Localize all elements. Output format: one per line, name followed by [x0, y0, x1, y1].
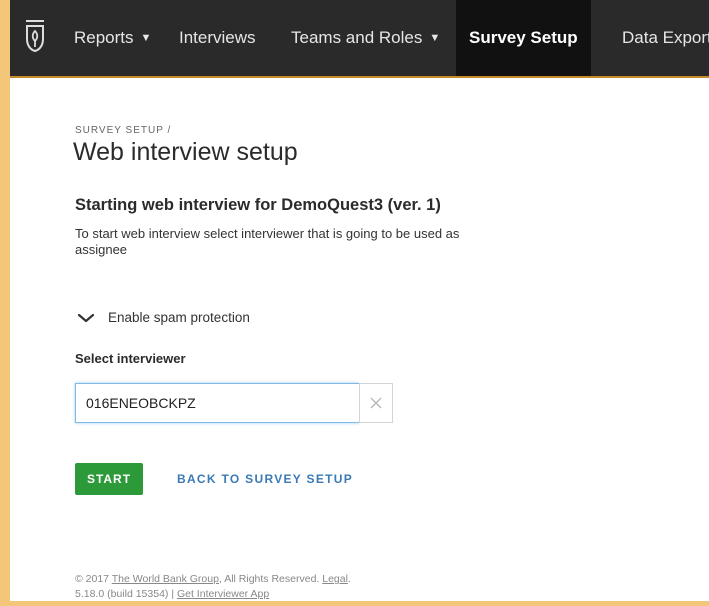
start-button[interactable]: START [75, 463, 143, 495]
window-frame-left [0, 0, 10, 606]
nav-reports-label: Reports [74, 28, 134, 47]
world-bank-link[interactable]: The World Bank Group [112, 573, 219, 585]
back-to-survey-setup-link[interactable]: BACK TO SURVEY SETUP [177, 472, 353, 486]
nav-interviews-label: Interviews [179, 28, 256, 47]
top-navbar: Reports ▼ Interviews Teams and Roles ▼ S… [10, 0, 709, 78]
rights-text: , All Rights Reserved. [218, 573, 323, 585]
nav-data-export-label: Data Export [622, 28, 709, 47]
caret-down-icon: ▼ [140, 32, 152, 44]
version-text: 5.18.0 (build 15354) | [75, 588, 177, 600]
spam-protection-label: Enable spam protection [108, 310, 250, 325]
nav-interviews[interactable]: Interviews [179, 0, 256, 76]
page-subtitle: Starting web interview for DemoQuest3 (v… [75, 196, 441, 214]
copyright-text: © 2017 [75, 573, 112, 585]
nav-survey-setup[interactable]: Survey Setup [456, 0, 591, 76]
select-interviewer-label: Select interviewer [75, 351, 186, 366]
nav-teams-and-roles[interactable]: Teams and Roles ▼ [291, 0, 440, 76]
nav-teams-label: Teams and Roles [291, 28, 423, 47]
logo-icon[interactable] [20, 16, 50, 56]
clear-interviewer-button[interactable] [359, 383, 393, 423]
footer-version-line: 5.18.0 (build 15354) | Get Interviewer A… [75, 587, 351, 602]
get-interviewer-app-link[interactable]: Get Interviewer App [177, 588, 269, 600]
caret-down-icon: ▼ [429, 32, 441, 44]
legal-link[interactable]: Legal [322, 573, 348, 585]
breadcrumb[interactable]: SURVEY SETUP / [75, 125, 171, 136]
footer: © 2017 The World Bank Group, All Rights … [75, 572, 351, 602]
spam-protection-toggle[interactable]: Enable spam protection [76, 310, 250, 325]
legal-suffix: . [347, 573, 351, 585]
chevron-down-icon [77, 313, 95, 322]
close-icon [370, 397, 382, 409]
instructions-text: To start web interview select interviewe… [75, 226, 460, 257]
page-title: Web interview setup [73, 138, 298, 166]
interviewer-select [75, 383, 393, 423]
nav-reports[interactable]: Reports ▼ [74, 0, 151, 76]
interviewer-input[interactable] [75, 383, 359, 423]
footer-copyright-line: © 2017 The World Bank Group, All Rights … [75, 572, 351, 587]
nav-survey-setup-label: Survey Setup [469, 28, 578, 47]
nav-data-export[interactable]: Data Export [622, 0, 709, 76]
